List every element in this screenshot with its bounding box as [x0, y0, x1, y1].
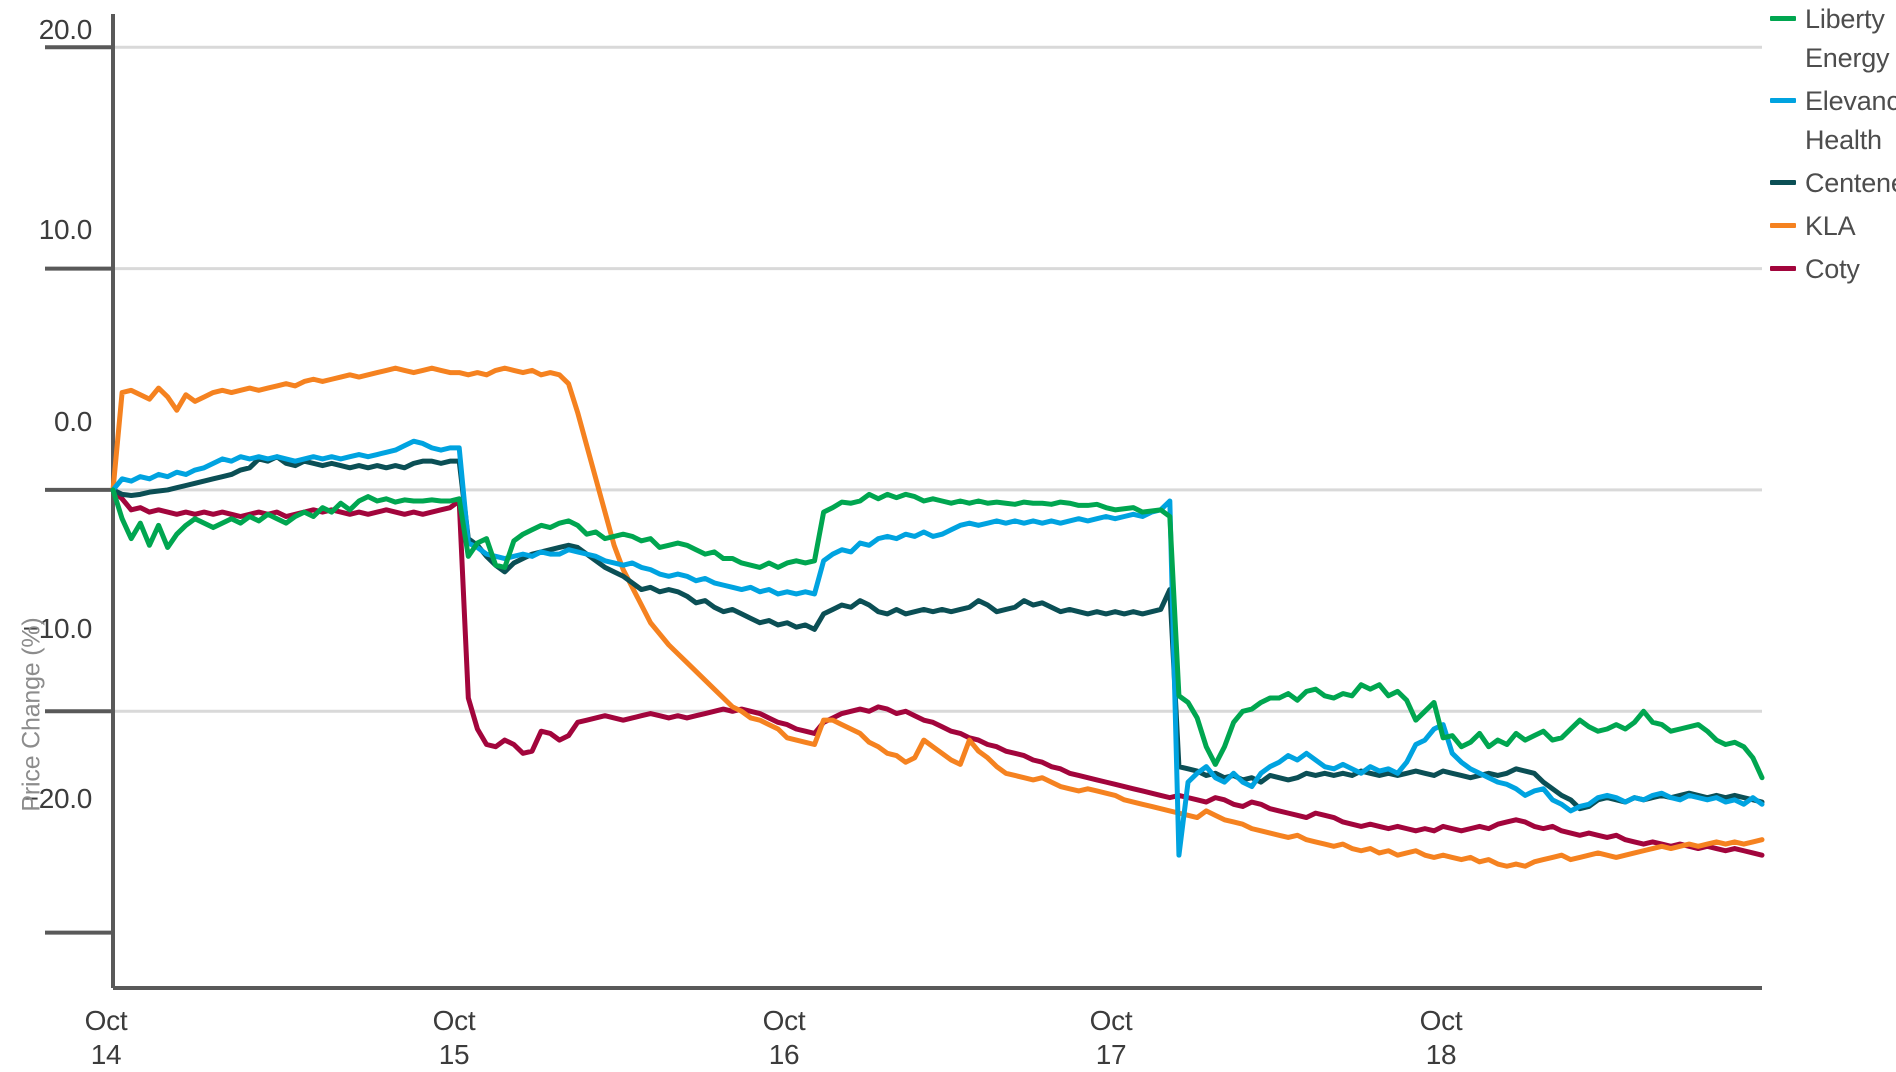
legend-item-coty[interactable]: Coty — [1770, 250, 1860, 289]
legend-swatch-icon — [1770, 223, 1796, 228]
y-axis-title: Price Change (%) — [17, 617, 46, 812]
ytick-label-0: 20.0 — [38, 14, 93, 45]
series-line-kla — [110, 365, 1765, 869]
series-lines — [110, 365, 1765, 869]
axis-lines — [45, 14, 1762, 990]
xtick-label-0: Oct 14 — [46, 1004, 166, 1072]
chart-legend: Liberty Energy Elevance Health Centene KLA C… — [1770, 0, 1896, 293]
ytick-label-1: 10.0 — [38, 214, 93, 245]
xtick-day-2: 16 — [768, 1039, 800, 1070]
xtick-month-0: Oct — [84, 1005, 128, 1036]
xtick-day-1: 15 — [438, 1039, 470, 1070]
legend-item-label: KLA — [1805, 211, 1856, 241]
legend-item-label: Centene — [1805, 168, 1896, 198]
xtick-day-4: 18 — [1425, 1039, 1457, 1070]
legend-item-label: Liberty Energy — [1805, 4, 1890, 73]
legend-swatch-icon — [1770, 266, 1796, 271]
legend-swatch-icon — [1770, 98, 1796, 103]
ytick-label-2: 0.0 — [53, 406, 92, 437]
legend-item-label: Elevance Health — [1805, 86, 1896, 155]
xtick-month-1: Oct — [432, 1005, 476, 1036]
xtick-label-4: Oct 18 — [1381, 1004, 1501, 1072]
xtick-day-3: 17 — [1095, 1039, 1127, 1070]
xtick-month-2: Oct — [762, 1005, 806, 1036]
xtick-label-1: Oct 15 — [394, 1004, 514, 1072]
legend-item-label: Coty — [1805, 254, 1860, 284]
xtick-label-3: Oct 17 — [1051, 1004, 1171, 1072]
legend-swatch-icon — [1770, 180, 1796, 185]
legend-swatch-icon — [1770, 16, 1796, 21]
series-line-elevance-health — [110, 438, 1765, 858]
series-line-centene — [110, 454, 1765, 812]
gridlines — [113, 45, 1762, 713]
xtick-day-0: 14 — [90, 1039, 122, 1070]
legend-item-centene[interactable]: Centene — [1770, 164, 1896, 203]
legend-item-kla[interactable]: KLA — [1770, 207, 1856, 246]
xtick-label-2: Oct 16 — [724, 1004, 844, 1072]
chart-plot-area — [45, 14, 1765, 990]
xtick-month-3: Oct — [1089, 1005, 1133, 1036]
legend-item-liberty-energy[interactable]: Liberty Energy — [1770, 0, 1896, 78]
legend-item-elevance-health[interactable]: Elevance Health — [1770, 82, 1896, 160]
price-change-chart: 20.0 10.0 0.0 −10.0 −20.0 Price Change (… — [0, 0, 1896, 1070]
xtick-month-4: Oct — [1419, 1005, 1463, 1036]
series-line-coty — [110, 487, 1765, 858]
